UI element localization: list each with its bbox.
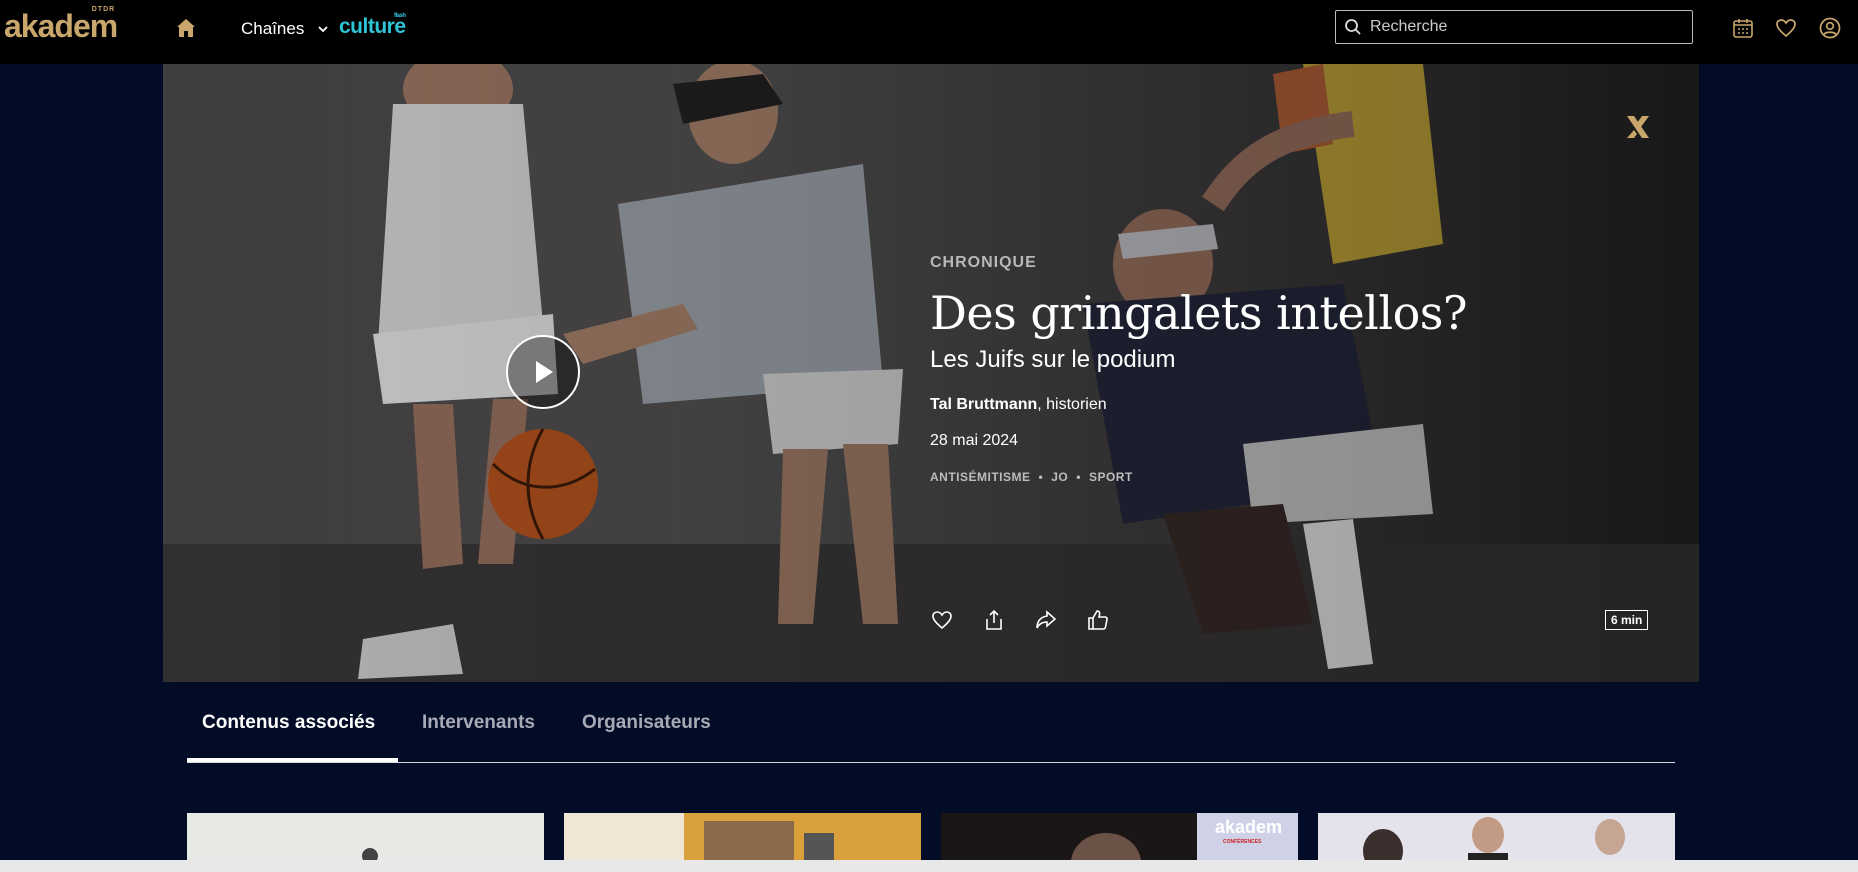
- search-icon: [1345, 19, 1361, 35]
- calendar-icon[interactable]: [1731, 16, 1755, 40]
- speaker-name[interactable]: Tal Bruttmann: [930, 396, 1037, 413]
- logo-text: akadem: [4, 8, 118, 44]
- culture-logo[interactable]: culture flash: [339, 13, 406, 39]
- active-tab-indicator: [187, 758, 398, 762]
- search-box[interactable]: [1335, 10, 1693, 44]
- bottom-bar: [0, 860, 1858, 872]
- video-subtitle: Les Juifs sur le podium: [930, 346, 1176, 373]
- tab-contenus-associes[interactable]: Contenus associés: [202, 712, 375, 734]
- publish-date: 28 mai 2024: [930, 432, 1019, 449]
- play-button[interactable]: [506, 335, 580, 409]
- play-icon: [536, 361, 553, 383]
- video-title: Des gringalets intellos?: [930, 286, 1468, 340]
- hero-actions: [930, 608, 1110, 632]
- tag-separator: •: [1038, 470, 1044, 484]
- user-account-icon[interactable]: [1818, 16, 1842, 40]
- chaines-label: Chaînes: [241, 19, 305, 38]
- akadem-logo[interactable]: akadem DTDR: [4, 6, 118, 45]
- tag-jo[interactable]: JO: [1051, 470, 1068, 484]
- content-category: CHRONIQUE: [930, 254, 1037, 271]
- akadem-overlay-sub: CONFÉRENCES: [1223, 839, 1262, 845]
- search-input[interactable]: [1368, 17, 1672, 37]
- home-icon[interactable]: [174, 16, 198, 40]
- duration-badge: 6 min: [1605, 610, 1649, 630]
- tab-organisateurs[interactable]: Organisateurs: [582, 712, 711, 734]
- tag-separator: •: [1076, 470, 1081, 484]
- thumbs-up-icon[interactable]: [1086, 608, 1110, 632]
- chevron-down-icon: [318, 26, 328, 33]
- akadem-overlay-text: akadem: [1215, 817, 1283, 837]
- content-tabs: Contenus associés Intervenants Organisat…: [187, 700, 1675, 763]
- hero-video-banner: CHRONIQUE Des gringalets intellos? Les J…: [163, 64, 1699, 682]
- culture-superscript: flash: [394, 13, 406, 19]
- send-forward-icon[interactable]: [1034, 608, 1058, 632]
- top-bar: akadem DTDR Chaînes culture flash: [0, 0, 1858, 64]
- chaines-menu[interactable]: Chaînes: [241, 19, 330, 39]
- logo-superscript: DTDR: [91, 6, 116, 13]
- tag-sport[interactable]: SPORT: [1089, 470, 1133, 484]
- heart-icon[interactable]: [1774, 16, 1798, 40]
- akadem-brand-x-icon: [1627, 116, 1649, 138]
- tag-antisemitisme[interactable]: ANTISÉMITISME: [930, 470, 1031, 484]
- tag-list: ANTISÉMITISME • JO • SPORT: [930, 470, 1630, 484]
- share-icon[interactable]: [982, 608, 1006, 632]
- hero-details: CHRONIQUE Des gringalets intellos? Les J…: [930, 254, 1630, 484]
- speaker-role: , historien: [1037, 396, 1107, 413]
- favorite-heart-icon[interactable]: [930, 608, 954, 632]
- tab-intervenants[interactable]: Intervenants: [422, 712, 535, 734]
- speaker-info: Tal Bruttmann, historien: [930, 396, 1630, 414]
